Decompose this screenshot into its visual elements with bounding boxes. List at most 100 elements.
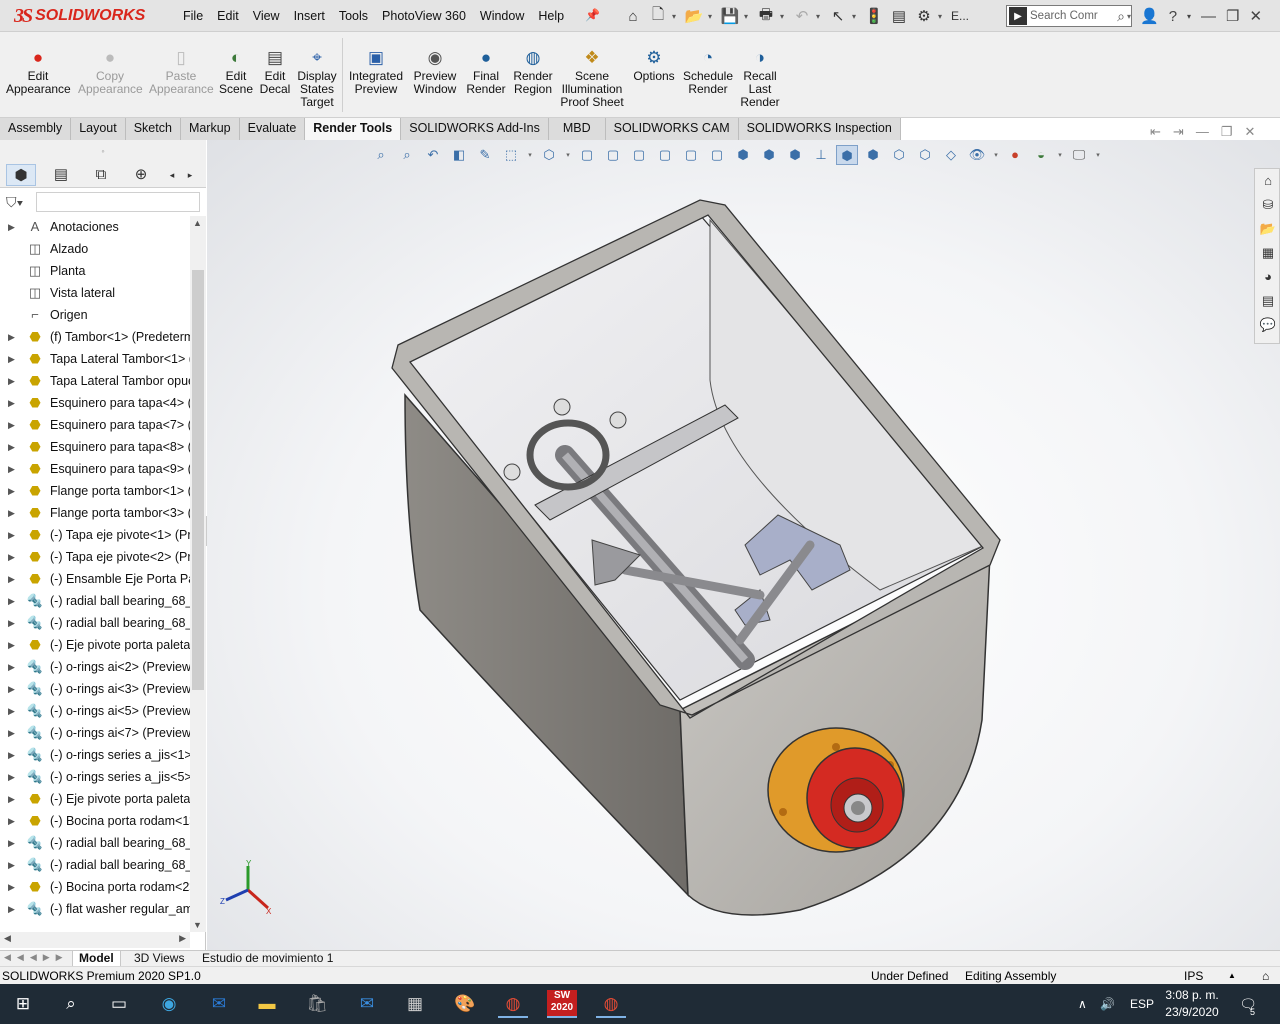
tab-model[interactable]: Model <box>72 951 121 967</box>
options-gear-icon[interactable]: ⚙ <box>913 5 935 27</box>
search-input[interactable]: Search Comr <box>1030 10 1117 22</box>
tabs-scroll-right-icon[interactable]: ▸ <box>184 164 196 186</box>
tree-item[interactable]: ▶ ⬣ Flange porta tambor<1> (I <box>0 480 190 502</box>
expand-arrow-icon[interactable]: ▶ <box>8 546 15 568</box>
viewport-next-icon[interactable]: ⇥ <box>1173 124 1184 140</box>
undo-icon[interactable]: ↶ <box>791 5 813 27</box>
tree-item[interactable]: ▶ 🔩 (-) radial ball bearing_68_sl <box>0 832 190 854</box>
zoom-to-fit-icon[interactable]: ⌕ <box>370 145 392 165</box>
tree-item[interactable]: ▶ ⬣ Tapa Lateral Tambor opues <box>0 370 190 392</box>
edit-decal-button[interactable]: ▤ Edit Decal <box>258 48 292 96</box>
tree-item[interactable]: ▶ 🔩 (-) o-rings ai<3> (Preview <box>0 678 190 700</box>
expand-arrow-icon[interactable]: ▶ <box>8 656 15 678</box>
tab-render-tools[interactable]: Render Tools <box>305 118 402 140</box>
apply-scene-dropdown-icon[interactable]: ▾ <box>1056 151 1064 159</box>
expand-arrow-icon[interactable]: ▶ <box>8 744 15 766</box>
forum-icon[interactable]: 💬 <box>1258 315 1278 335</box>
viewport-restore-icon[interactable]: ❐ <box>1221 124 1233 140</box>
zoom-to-area-icon[interactable]: ⌕ <box>396 145 418 165</box>
mail-icon[interactable]: ✉ <box>352 990 382 1018</box>
edit-appearance-button[interactable]: ● Edit Appearance <box>6 48 71 96</box>
tree-item[interactable]: ▶ 🔩 (-) o-rings ai<2> (Preview <box>0 656 190 678</box>
expand-arrow-icon[interactable]: ▶ <box>8 458 15 480</box>
left-view-icon[interactable]: ▢ <box>628 145 650 165</box>
expand-arrow-icon[interactable]: ▶ <box>8 634 15 656</box>
expand-arrow-icon[interactable]: ▶ <box>8 524 15 546</box>
right-view-icon[interactable]: ▢ <box>654 145 676 165</box>
view-settings-dropdown-icon[interactable]: ▾ <box>1094 151 1102 159</box>
save-dropdown-icon[interactable]: ▾ <box>744 12 752 21</box>
expand-arrow-icon[interactable]: ▶ <box>8 590 15 612</box>
featuremanager-tab-icon[interactable]: ⬢ <box>6 164 36 186</box>
search-dropdown-icon[interactable]: ▾ <box>1127 12 1131 21</box>
expand-arrow-icon[interactable]: ▶ <box>8 700 15 722</box>
solidworks-taskbar-icon[interactable]: SW 2020 <box>547 990 577 1018</box>
scroll-up-icon[interactable]: ▲ <box>193 218 202 228</box>
expand-arrow-icon[interactable]: ▶ <box>8 348 15 370</box>
recall-last-render-button[interactable]: ◑ Recall Last Render <box>738 48 782 109</box>
section-view-icon[interactable]: ◧ <box>448 145 470 165</box>
tray-overflow-icon[interactable]: ∧ <box>1078 984 1087 1024</box>
menu-insert[interactable]: Insert <box>287 9 332 23</box>
expand-arrow-icon[interactable]: ▶ <box>8 568 15 590</box>
print-dropdown-icon[interactable]: ▾ <box>780 12 788 21</box>
expand-arrow-icon[interactable]: ▶ <box>8 766 15 788</box>
file-explorer-taskbar-icon[interactable]: ▬ <box>252 990 282 1018</box>
taskbar-search-icon[interactable]: ⌕ <box>56 990 86 1018</box>
expand-arrow-icon[interactable]: ▶ <box>8 722 15 744</box>
bottom-view-icon[interactable]: ▢ <box>706 145 728 165</box>
expand-arrow-icon[interactable]: ▶ <box>8 876 15 898</box>
tree-item[interactable]: ▶ ⬣ Esquinero para tapa<4> (P <box>0 392 190 414</box>
select-dropdown-icon[interactable]: ▾ <box>852 12 860 21</box>
normal-to-icon[interactable]: ⊥ <box>810 145 832 165</box>
hidden-lines-visible-icon[interactable]: ⬡ <box>914 145 936 165</box>
tree-vertical-scrollbar[interactable]: ▲ ▼ <box>190 216 206 932</box>
tree-item[interactable]: ▶ ⬣ (-) Eje pivote porta paletas <box>0 788 190 810</box>
rebuild-icon[interactable]: 🚦 <box>863 5 885 27</box>
expand-arrow-icon[interactable]: ▶ <box>8 898 15 920</box>
expand-arrow-icon[interactable]: ▶ <box>8 502 15 524</box>
pin-icon[interactable]: 📌 <box>585 8 600 22</box>
menu-help[interactable]: Help <box>531 9 571 23</box>
tab-inspection[interactable]: SOLIDWORKS Inspection <box>738 118 901 140</box>
tree-item[interactable]: ▶ ⬣ (-) Eje pivote porta paletas <box>0 634 190 656</box>
tab-addins[interactable]: SOLIDWORKS Add-Ins <box>401 118 549 140</box>
tree-item[interactable]: ▶ ⬣ Esquinero para tapa<7> (P <box>0 414 190 436</box>
menu-view[interactable]: View <box>246 9 287 23</box>
tree-item[interactable]: ▶ 🔩 (-) o-rings ai<7> (Preview <box>0 722 190 744</box>
options-dropdown-icon[interactable]: ▾ <box>938 12 946 21</box>
tree-item[interactable]: ▶ ⬣ (-) Tapa eje pivote<2> (Pre <box>0 546 190 568</box>
custom-properties-icon[interactable]: ▤ <box>1258 291 1278 311</box>
integrated-preview-button[interactable]: ▣ Integrated Preview <box>346 48 406 96</box>
scroll-down-icon[interactable]: ▼ <box>193 920 202 930</box>
expand-arrow-icon[interactable]: ▶ <box>8 678 15 700</box>
input-language[interactable]: ESP <box>1130 984 1154 1024</box>
panel-grip-icon[interactable]: ◦ <box>0 140 206 162</box>
viewport-prev-icon[interactable]: ⇤ <box>1150 124 1161 140</box>
user-icon[interactable]: 👤 <box>1140 7 1159 25</box>
file-properties-icon[interactable]: ▤ <box>888 5 910 27</box>
viewport-close-icon[interactable]: ✕ <box>1244 124 1255 140</box>
solidworks-logo[interactable]: 3S SOLIDWORKS <box>14 4 145 28</box>
tab-3d-views[interactable]: 3D Views <box>128 951 190 967</box>
tree-horizontal-scrollbar[interactable]: ◀ ▶ <box>0 932 190 948</box>
search-icon[interactable]: ⌕ <box>1117 8 1125 25</box>
dynamic-annotation-icon[interactable]: ✎ <box>474 145 496 165</box>
tree-item[interactable]: ▶ 🔩 (-) radial ball bearing_68_sl <box>0 612 190 634</box>
hide-show-items-icon[interactable]: 👁 <box>966 145 988 165</box>
volume-icon[interactable]: 🔊 <box>1100 984 1115 1024</box>
filter-input[interactable] <box>36 192 200 212</box>
tree-item[interactable]: ▶ 🔩 (-) o-rings series a_jis<1> ( <box>0 744 190 766</box>
chrome-icon[interactable]: ◍ <box>498 990 528 1018</box>
tree-item[interactable]: ◫ Alzado <box>0 238 190 260</box>
minimize-icon[interactable]: — <box>1201 8 1216 25</box>
expand-arrow-icon[interactable]: ▶ <box>8 612 15 634</box>
propertymanager-tab-icon[interactable]: ▤ <box>46 164 76 186</box>
wireframe-icon[interactable]: ◇ <box>940 145 962 165</box>
solidworks-resources-icon[interactable]: ⌂ <box>1258 171 1278 191</box>
help-icon[interactable]: ? <box>1169 8 1177 25</box>
apply-scene-icon[interactable]: ◒ <box>1030 145 1052 165</box>
tab-mbd[interactable]: MBD <box>548 118 606 140</box>
copy-appearance-button[interactable]: ● Copy Appearance <box>78 48 143 96</box>
expand-arrow-icon[interactable]: ▶ <box>8 392 15 414</box>
